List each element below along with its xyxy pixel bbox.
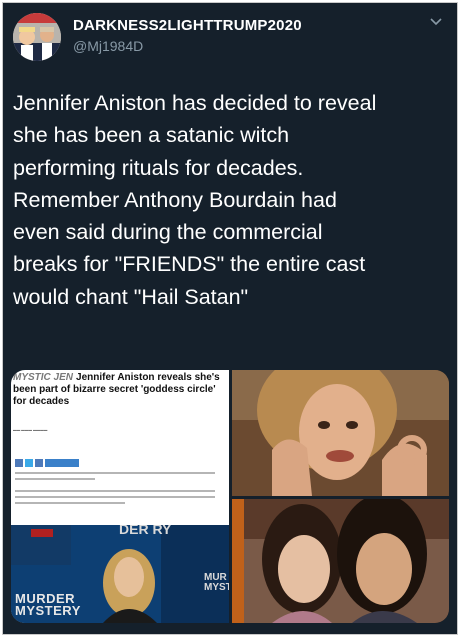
article-headline: MYSTIC JEN Jennifer Aniston reveals she's…	[13, 372, 227, 408]
display-name[interactable]: DARKNESS2LIGHTTRUMP2020	[73, 17, 302, 34]
article-photo: DER RY MURDER MYSTERY MUR MYST	[11, 525, 229, 623]
photo-aniston-hand-gesture[interactable]	[232, 370, 449, 496]
tweet-text: Jennifer Aniston has decided to reveal s…	[13, 87, 453, 313]
tweet-line: she has been a satanic witch	[13, 123, 290, 148]
avatar[interactable]	[13, 13, 61, 61]
user-handle[interactable]: @Mj1984D	[73, 38, 143, 54]
twitter-icon	[25, 459, 33, 467]
article-body-lines	[15, 472, 215, 504]
mail-icon	[35, 459, 43, 467]
tweet-card: DARKNESS2LIGHTTRUMP2020 @Mj1984D Jennife…	[2, 2, 458, 635]
tweet-line: would chant "Hail Satan"	[13, 284, 249, 309]
share-buttons	[15, 454, 81, 467]
poster-text-right: MUR MYST	[204, 572, 229, 593]
article-byline: ▬▬ ▬▬▬ ▬▬▬▬	[13, 428, 48, 432]
poster-text-top: DER RY	[119, 525, 172, 537]
tweet-line: Remember Anthony Bourdain had	[13, 187, 337, 212]
media-grid: MYSTIC JEN Jennifer Aniston reveals she's…	[11, 370, 449, 623]
tweet-line: Jennifer Aniston has decided to reveal	[13, 91, 377, 115]
tweet-line: breaks for "FRIENDS" the entire cast	[13, 252, 366, 277]
tweet-line: even said during the commercial	[13, 220, 323, 245]
photo-two-women-gesture[interactable]	[232, 499, 449, 623]
comments-icon	[45, 459, 79, 467]
chevron-down-icon[interactable]	[429, 15, 443, 29]
poster-text-left: MURDER MYSTERY	[15, 591, 81, 618]
tweet-line: performing rituals for decades.	[13, 155, 304, 180]
facebook-icon	[15, 459, 23, 467]
article-screenshot[interactable]: MYSTIC JEN Jennifer Aniston reveals she's…	[11, 370, 229, 623]
article-brand: MYSTIC JEN	[13, 372, 74, 383]
